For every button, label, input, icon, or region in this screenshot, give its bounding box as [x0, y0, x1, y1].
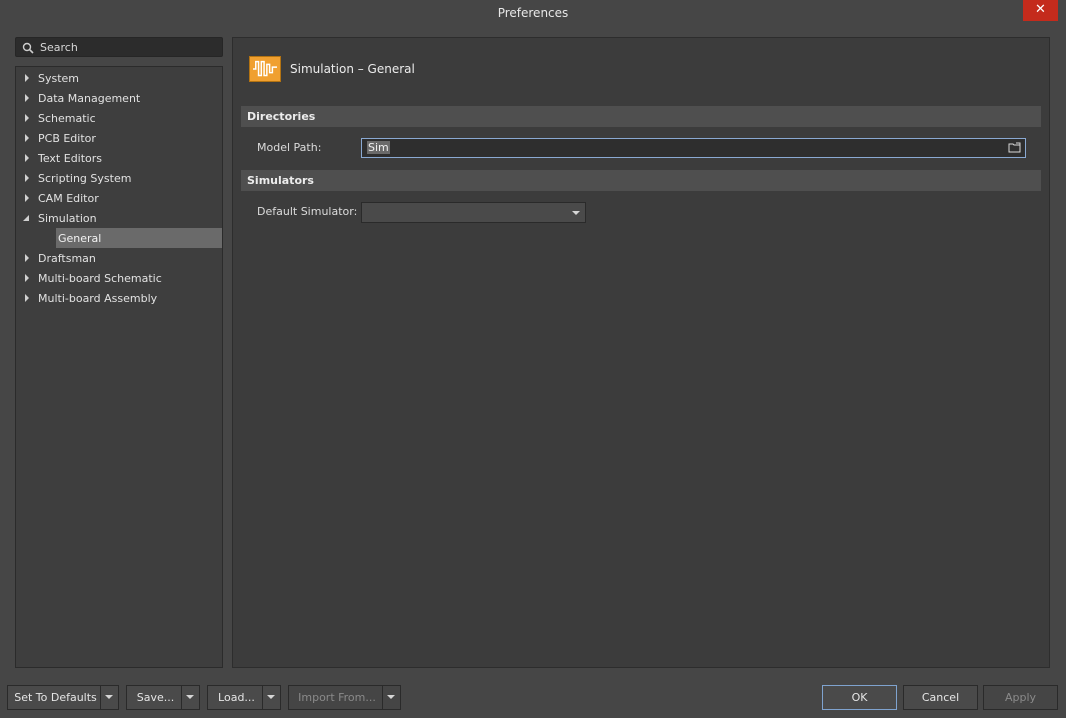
tree-item-label: System	[38, 72, 80, 85]
model-path-label: Model Path:	[257, 141, 322, 154]
expand-arrow-icon[interactable]	[25, 154, 29, 162]
expand-arrow-icon[interactable]	[25, 254, 29, 262]
import-from-dropdown[interactable]	[382, 686, 400, 709]
expand-arrow-icon[interactable]	[25, 94, 29, 102]
load-button[interactable]: Load...	[207, 685, 281, 710]
expand-arrow-icon[interactable]	[25, 74, 29, 82]
tree-item-schematic[interactable]: Schematic	[16, 108, 222, 128]
tree-item-label: Multi-board Schematic	[38, 272, 162, 285]
set-to-defaults-dropdown[interactable]	[100, 686, 118, 709]
tree-item-cam-editor[interactable]: CAM Editor	[16, 188, 222, 208]
apply-button[interactable]: Apply	[983, 685, 1058, 710]
tree-item-label: CAM Editor	[38, 192, 99, 205]
search-icon	[22, 42, 34, 54]
tree-item-simulation[interactable]: Simulation	[16, 208, 222, 228]
tree-item-label: Draftsman	[38, 252, 96, 265]
section-directories: Directories	[241, 106, 1041, 127]
set-to-defaults-label[interactable]: Set To Defaults	[8, 686, 103, 709]
folder-browse-icon[interactable]	[1008, 142, 1021, 153]
title-bar: Preferences ✕	[0, 0, 1066, 28]
tree-item-label: PCB Editor	[38, 132, 96, 145]
close-icon: ✕	[1035, 2, 1046, 17]
preferences-tree[interactable]: System Data Management Schematic PCB Edi…	[15, 66, 223, 668]
close-button[interactable]: ✕	[1023, 0, 1058, 21]
expand-arrow-icon[interactable]	[25, 194, 29, 202]
tree-item-label: Schematic	[38, 112, 96, 125]
load-dropdown[interactable]	[262, 686, 280, 709]
tree-item-scripting-system[interactable]: Scripting System	[16, 168, 222, 188]
chevron-down-icon	[105, 695, 113, 699]
save-dropdown[interactable]	[181, 686, 199, 709]
search-input[interactable]: Search	[15, 37, 223, 57]
expand-arrow-icon[interactable]	[25, 134, 29, 142]
set-to-defaults-button[interactable]: Set To Defaults	[7, 685, 119, 710]
tree-item-general[interactable]: General	[56, 228, 222, 248]
expand-arrow-icon[interactable]	[25, 294, 29, 302]
section-label: Simulators	[247, 174, 314, 187]
default-simulator-select[interactable]	[361, 202, 586, 223]
default-simulator-label: Default Simulator:	[257, 205, 358, 218]
ok-button[interactable]: OK	[822, 685, 897, 710]
search-placeholder: Search	[40, 41, 78, 54]
expand-arrow-icon[interactable]	[25, 274, 29, 282]
tree-item-system[interactable]: System	[16, 68, 222, 88]
save-button[interactable]: Save...	[126, 685, 200, 710]
tree-item-text-editors[interactable]: Text Editors	[16, 148, 222, 168]
model-path-input[interactable]: Sim	[361, 138, 1026, 158]
expand-arrow-icon[interactable]	[25, 174, 29, 182]
tree-item-data-management[interactable]: Data Management	[16, 88, 222, 108]
window-title: Preferences	[497, 6, 569, 20]
tree-item-label: Simulation	[38, 212, 97, 225]
tree-item-label: Text Editors	[38, 152, 103, 165]
tree-item-label: Scripting System	[38, 172, 132, 185]
model-path-value: Sim	[367, 141, 390, 154]
simulation-waveform-icon	[249, 56, 281, 82]
load-label[interactable]: Load...	[208, 686, 265, 709]
cancel-button[interactable]: Cancel	[903, 685, 978, 710]
tree-item-multi-board-assembly[interactable]: Multi-board Assembly	[16, 288, 222, 308]
collapse-arrow-icon[interactable]	[22, 214, 30, 222]
tree-item-pcb-editor[interactable]: PCB Editor	[16, 128, 222, 148]
tree-item-label: Data Management	[38, 92, 141, 105]
expand-arrow-icon[interactable]	[25, 114, 29, 122]
tree-item-label: General	[58, 232, 102, 245]
page-title: Simulation – General	[290, 62, 415, 76]
save-label[interactable]: Save...	[127, 686, 184, 709]
tree-item-draftsman[interactable]: Draftsman	[16, 248, 222, 268]
tree-item-label: Multi-board Assembly	[38, 292, 158, 305]
chevron-down-icon	[387, 695, 395, 699]
settings-panel	[232, 37, 1050, 668]
section-label: Directories	[247, 110, 316, 123]
chevron-down-icon	[186, 695, 194, 699]
tree-item-multi-board-schematic[interactable]: Multi-board Schematic	[16, 268, 222, 288]
import-from-label[interactable]: Import From...	[289, 686, 385, 709]
import-from-button[interactable]: Import From...	[288, 685, 401, 710]
section-simulators: Simulators	[241, 170, 1041, 191]
chevron-down-icon	[267, 695, 275, 699]
chevron-down-icon	[572, 211, 580, 215]
